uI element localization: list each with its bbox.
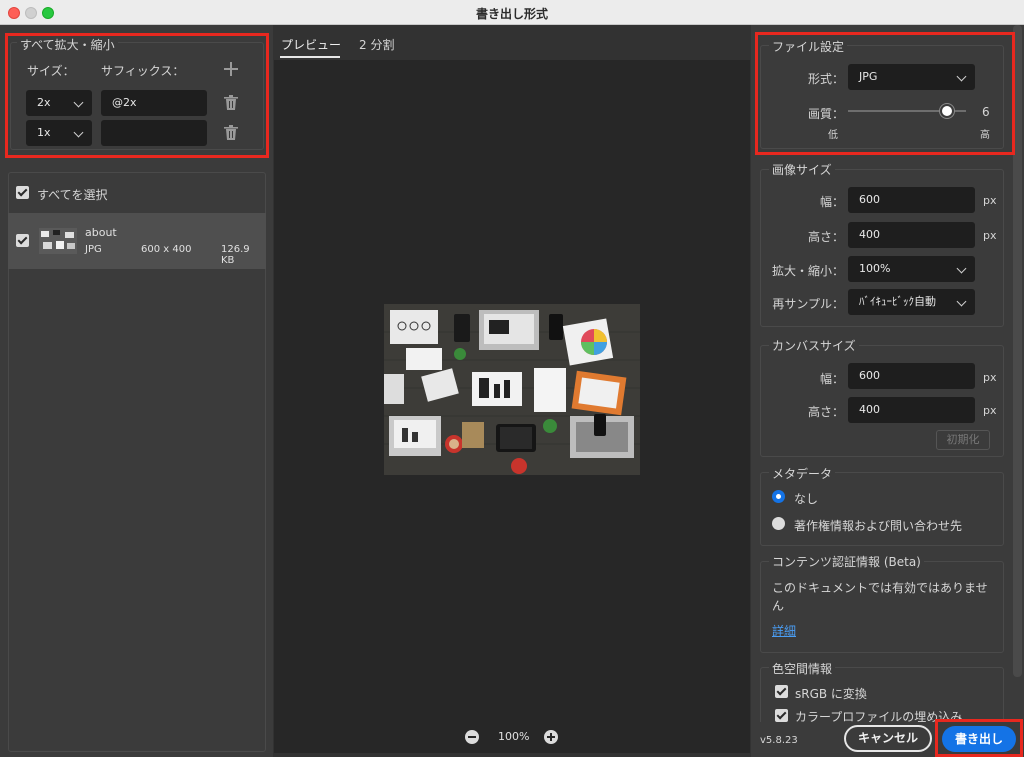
image-width-label: 幅： [819, 195, 844, 209]
canvas-height-label: 高さ： [807, 405, 844, 419]
metadata-copyright-radio[interactable] [772, 517, 785, 530]
embed-profile-checkbox[interactable] [775, 709, 788, 722]
highlight-box [755, 32, 1015, 155]
convert-srgb-checkbox[interactable] [775, 685, 788, 698]
asset-checkbox[interactable] [16, 234, 29, 247]
details-link[interactable]: 詳細 [772, 622, 796, 639]
image-height-unit: px [983, 229, 997, 242]
preview-image [384, 304, 640, 475]
select-all-label: すべてを選択 [37, 188, 108, 202]
metadata-none-radio[interactable] [772, 490, 785, 503]
canvas-size-legend: カンバスサイズ [769, 337, 859, 354]
title-bar: 書き出し形式 [0, 0, 1024, 25]
content-credentials-legend: コンテンツ認証情報 (Beta) [769, 553, 924, 570]
tab-preview[interactable]: プレビュー [281, 36, 341, 53]
asset-filesize: 126.9 KB [221, 244, 250, 266]
asset-name: about [85, 226, 117, 239]
cancel-button[interactable]: キャンセル [844, 725, 932, 752]
asset-thumbnail [39, 228, 77, 254]
tab-split[interactable]: 2 分割 [359, 36, 394, 53]
metadata-legend: メタデータ [769, 465, 836, 482]
canvas-width-unit: px [983, 371, 997, 384]
scale-label: 拡大・縮小： [771, 264, 844, 278]
image-height-input[interactable]: 400 [848, 222, 975, 248]
asset-dimensions: 600 x 400 [141, 244, 192, 255]
resample-select[interactable]: ﾊﾞｲｷｭｰﾋﾞｯｸ自動 [848, 289, 975, 315]
resample-value: ﾊﾞｲｷｭｰﾋﾞｯｸ自動 [859, 295, 936, 308]
zoom-in-button[interactable] [544, 730, 558, 744]
zoom-out-button[interactable] [465, 730, 479, 744]
chevron-down-icon [956, 296, 967, 307]
canvas-height-input[interactable]: 400 [848, 397, 975, 423]
metadata-copyright-label: 著作権情報および問い合わせ先 [794, 519, 963, 533]
asset-format: JPG [85, 244, 102, 255]
select-all-checkbox[interactable] [16, 186, 29, 199]
canvas-width-label: 幅： [819, 372, 844, 386]
version-label: v5.8.23 [760, 735, 798, 746]
image-width-unit: px [983, 194, 997, 207]
canvas-width-input[interactable]: 600 [848, 363, 975, 389]
zoom-level: 100% [498, 730, 530, 743]
color-space-legend: 色空間情報 [769, 660, 836, 677]
image-width-input[interactable]: 600 [848, 187, 975, 213]
resample-label: 再サンプル： [772, 297, 844, 311]
scale-percent-value: 100% [859, 262, 891, 275]
highlight-box [935, 719, 1023, 757]
active-tab-indicator [280, 56, 340, 58]
window-title: 書き出し形式 [475, 7, 548, 21]
metadata-group [760, 472, 1004, 546]
metadata-none-label: なし [794, 492, 819, 506]
chevron-down-icon [956, 263, 967, 274]
scale-percent-select[interactable]: 100% [848, 256, 975, 282]
content-credentials-message: このドキュメントでは有効ではありません [772, 581, 988, 613]
reset-button[interactable]: 初期化 [936, 430, 990, 450]
image-height-label: 高さ： [807, 230, 844, 244]
list-item[interactable]: about JPG 600 x 400 126.9 KB [8, 213, 266, 269]
highlight-box [5, 33, 269, 158]
convert-srgb-label: sRGB に変換 [795, 687, 867, 701]
canvas-height-unit: px [983, 404, 997, 417]
image-size-legend: 画像サイズ [769, 161, 835, 178]
